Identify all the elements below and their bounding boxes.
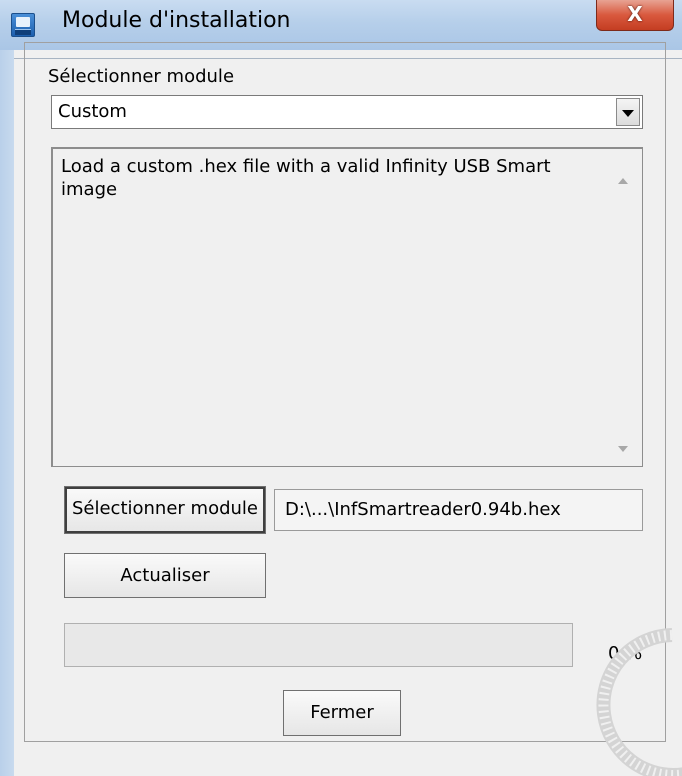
module-dropdown-value: Custom bbox=[58, 101, 127, 122]
module-description-text: Load a custom .hex file with a valid Inf… bbox=[61, 156, 551, 200]
window-title: Module d'installation bbox=[62, 8, 291, 33]
installer-window: Module d'installation X Sélectionner mod… bbox=[0, 0, 682, 776]
close-window-button[interactable]: X bbox=[596, 0, 674, 31]
file-path-text: D:\...\InfSmartreader0.94b.hex bbox=[285, 499, 561, 520]
module-description-box[interactable]: Load a custom .hex file with a valid Inf… bbox=[51, 147, 643, 467]
install-progress-bar bbox=[64, 623, 573, 667]
close-button[interactable]: Fermer bbox=[283, 690, 401, 736]
chevron-down-icon[interactable] bbox=[616, 98, 640, 126]
scroll-up-arrow-icon[interactable] bbox=[618, 178, 628, 184]
usb-installer-icon bbox=[11, 13, 35, 37]
loading-spinner-icon bbox=[596, 628, 682, 776]
scroll-down-arrow-icon[interactable] bbox=[618, 446, 628, 452]
window-frame-left bbox=[0, 50, 14, 776]
file-path-field[interactable]: D:\...\InfSmartreader0.94b.hex bbox=[274, 489, 643, 531]
select-module-button[interactable]: Sélectionner module bbox=[64, 486, 266, 534]
refresh-button[interactable]: Actualiser bbox=[64, 553, 266, 598]
module-dropdown[interactable]: Custom bbox=[51, 95, 643, 129]
select-module-label: Sélectionner module bbox=[48, 66, 235, 87]
